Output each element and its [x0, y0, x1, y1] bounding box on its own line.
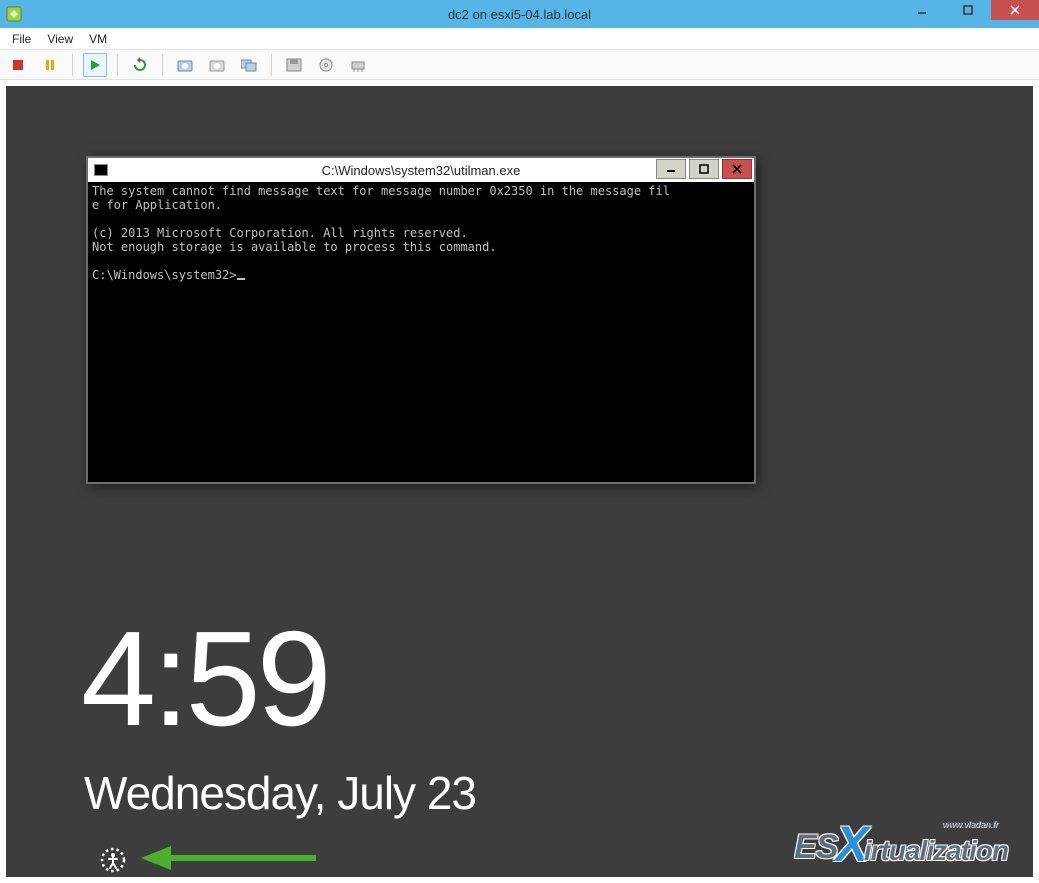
- cmd-window[interactable]: C:\Windows\system32\utilman.exe The sy: [86, 156, 756, 484]
- menu-vm[interactable]: VM: [83, 30, 113, 48]
- app-icon: [6, 6, 22, 22]
- play-button[interactable]: [83, 53, 107, 77]
- reset-button[interactable]: [128, 53, 152, 77]
- cmd-titlebar[interactable]: C:\Windows\system32\utilman.exe: [88, 158, 754, 182]
- menubar: File View VM: [0, 28, 1039, 50]
- cmd-icon: [94, 164, 108, 176]
- network-button[interactable]: [346, 53, 370, 77]
- watermark-text: irtualization: [864, 835, 1008, 867]
- menu-view[interactable]: View: [41, 30, 79, 48]
- menu-file[interactable]: File: [6, 30, 37, 48]
- minimize-button[interactable]: [899, 0, 945, 20]
- floppy-button[interactable]: [282, 53, 306, 77]
- vsphere-console-window: dc2 on esxi5-04.lab.local File View VM: [0, 0, 1039, 883]
- lock-date: Wednesday, July 23: [84, 766, 476, 820]
- snapshot-revert-button[interactable]: [205, 53, 229, 77]
- window-title: dc2 on esxi5-04.lab.local: [0, 7, 1039, 22]
- cursor: [237, 278, 245, 280]
- arrow-annotation: [141, 842, 321, 877]
- cmd-prompt: C:\Windows\system32>: [92, 268, 237, 282]
- suspend-button[interactable]: [38, 53, 62, 77]
- cmd-line: e for Application.: [92, 198, 222, 212]
- snapshot-manager-button[interactable]: [237, 53, 261, 77]
- toolbar: [0, 50, 1039, 80]
- cmd-window-controls: [656, 159, 752, 179]
- vm-screen[interactable]: C:\Windows\system32\utilman.exe The sy: [6, 86, 1033, 877]
- toolbar-separator: [117, 54, 118, 76]
- cd-button[interactable]: [314, 53, 338, 77]
- cmd-line: (c) 2013 Microsoft Corporation. All righ…: [92, 226, 468, 240]
- lock-time: 4:59: [81, 611, 328, 746]
- content-area: C:\Windows\system32\utilman.exe The sy: [0, 80, 1039, 883]
- toolbar-separator: [162, 54, 163, 76]
- cmd-line: Not enough storage is available to proce…: [92, 240, 497, 254]
- maximize-button[interactable]: [945, 0, 991, 20]
- cmd-body[interactable]: The system cannot find message text for …: [88, 182, 754, 482]
- cmd-close-button[interactable]: [722, 159, 752, 179]
- cmd-maximize-button[interactable]: [689, 159, 719, 179]
- power-off-button[interactable]: [6, 53, 30, 77]
- toolbar-separator: [72, 54, 73, 76]
- watermark-es: ES: [794, 828, 837, 867]
- snapshot-button[interactable]: [173, 53, 197, 77]
- toolbar-separator: [271, 54, 272, 76]
- cmd-title: C:\Windows\system32\utilman.exe: [88, 163, 754, 178]
- close-button[interactable]: [991, 0, 1039, 20]
- cmd-minimize-button[interactable]: [656, 159, 686, 179]
- watermark: ES X irtualization: [794, 815, 1008, 867]
- window-controls: [899, 0, 1039, 20]
- cmd-line: The system cannot find message text for …: [92, 184, 670, 198]
- ease-of-access-icon[interactable]: [99, 846, 127, 874]
- titlebar: dc2 on esxi5-04.lab.local: [0, 0, 1039, 28]
